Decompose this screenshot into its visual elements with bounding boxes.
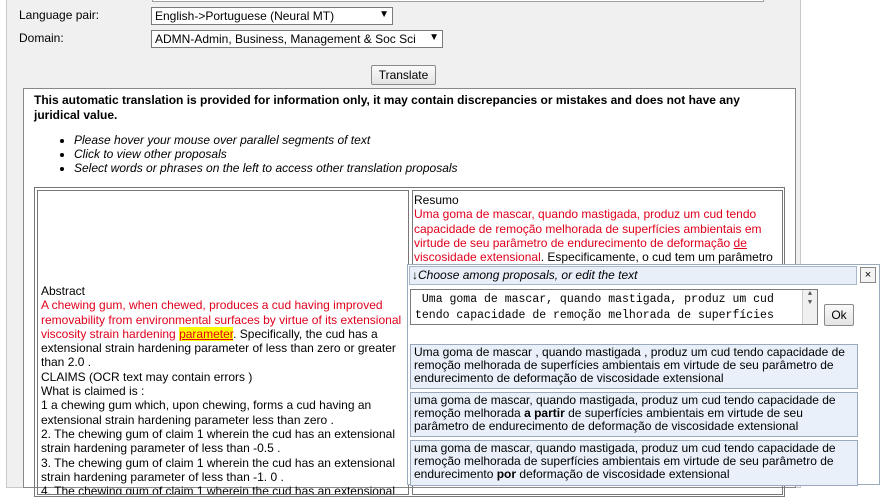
hint-item: Please hover your mouse over parallel se… — [74, 133, 458, 147]
disclaimer-notice: This automatic translation is provided f… — [34, 93, 740, 122]
target-abstract-text: Uma goma de mascar, quando mastigada, pr… — [414, 207, 782, 264]
claims-heading: CLAIMS (OCR text may contain errors ) — [41, 369, 253, 384]
proposal-option-1[interactable]: Uma goma de mascar , quando mastigada , … — [410, 344, 858, 389]
textarea-scrollbar[interactable]: ▲ ▼ — [802, 290, 817, 324]
edit-line: Uma goma de mascar, quando mastigada, pr… — [415, 293, 774, 306]
source-abstract-text: A chewing gum, when chewed, produces a c… — [41, 298, 407, 369]
source-heading: Abstract — [41, 284, 86, 298]
domain-select[interactable]: ADMN-Admin, Business, Management & Soc S… — [151, 30, 443, 48]
hint-item: Click to view other proposals — [74, 147, 458, 161]
target-text: Resumo Uma goma de mascar, quando mastig… — [414, 193, 782, 264]
source-text-cell: Abstract A chewing gum, when chewed, pro… — [37, 190, 409, 495]
source-text: Abstract A chewing gum, when chewed, pro… — [41, 284, 407, 494]
close-icon[interactable]: × — [860, 267, 876, 283]
claim-2[interactable]: 2. The chewing gum of claim 1 wherein th… — [41, 427, 407, 456]
claim-3[interactable]: 3. The chewing gum of claim 1 wherein th… — [41, 456, 407, 485]
domain-value: ADMN-Admin, Business, Management & Soc S… — [155, 32, 416, 46]
language-pair-label: Language pair: — [19, 8, 100, 22]
ok-button[interactable]: Ok — [824, 304, 854, 326]
target-segment-1-end[interactable]: viscosidade extensional — [414, 250, 541, 264]
target-segment-2[interactable]: . Especificamente, o cud tem um parâmetr… — [541, 250, 773, 264]
hint-item: Select words or phrases on the left to a… — [74, 161, 458, 175]
hint-list: Please hover your mouse over parallel se… — [56, 133, 458, 175]
language-pair-value: English->Portuguese (Neural MT) — [155, 9, 335, 23]
translation-edit-textarea[interactable]: Uma goma de mascar, quando mastigada, pr… — [410, 289, 818, 325]
proposals-popup: ↓Choose among proposals, or edit the tex… — [407, 264, 880, 486]
chevron-down-icon: ▼ — [429, 32, 439, 43]
translate-button[interactable]: Translate — [371, 65, 436, 85]
selected-word[interactable]: parameter — [179, 326, 234, 341]
edit-line: tendo capacidade de remoção melhorada de… — [415, 309, 774, 322]
language-pair-select[interactable]: English->Portuguese (Neural MT) ▼ — [151, 7, 393, 25]
target-segment-1-underlined[interactable]: de — [734, 236, 747, 250]
proposal-changed-words: por — [496, 467, 517, 482]
proposals-header: ↓Choose among proposals, or edit the tex… — [409, 266, 857, 285]
chevron-down-icon: ▼ — [379, 9, 389, 20]
proposal-option-2[interactable]: uma goma de mascar, quando mastigada, pr… — [410, 392, 858, 437]
domain-label: Domain: — [19, 31, 64, 45]
proposal-option-3[interactable]: uma goma de mascar, quando mastigada, pr… — [410, 440, 858, 486]
target-heading: Resumo — [414, 193, 459, 207]
claim-1[interactable]: 1 a chewing gum which, upon chewing, for… — [41, 398, 407, 427]
proposal-changed-words: a partir — [524, 406, 565, 421]
proposal-text: deformação de viscosidade extensional — [516, 467, 730, 482]
claim-4[interactable]: 4. The chewing gum of claim 1 wherein th… — [41, 484, 407, 494]
target-segment-1[interactable]: Uma goma de mascar, quando mastigada, pr… — [414, 207, 762, 250]
claims-intro[interactable]: What is claimed is : — [41, 384, 407, 398]
text-input-bottom-edge[interactable] — [152, 0, 764, 2]
